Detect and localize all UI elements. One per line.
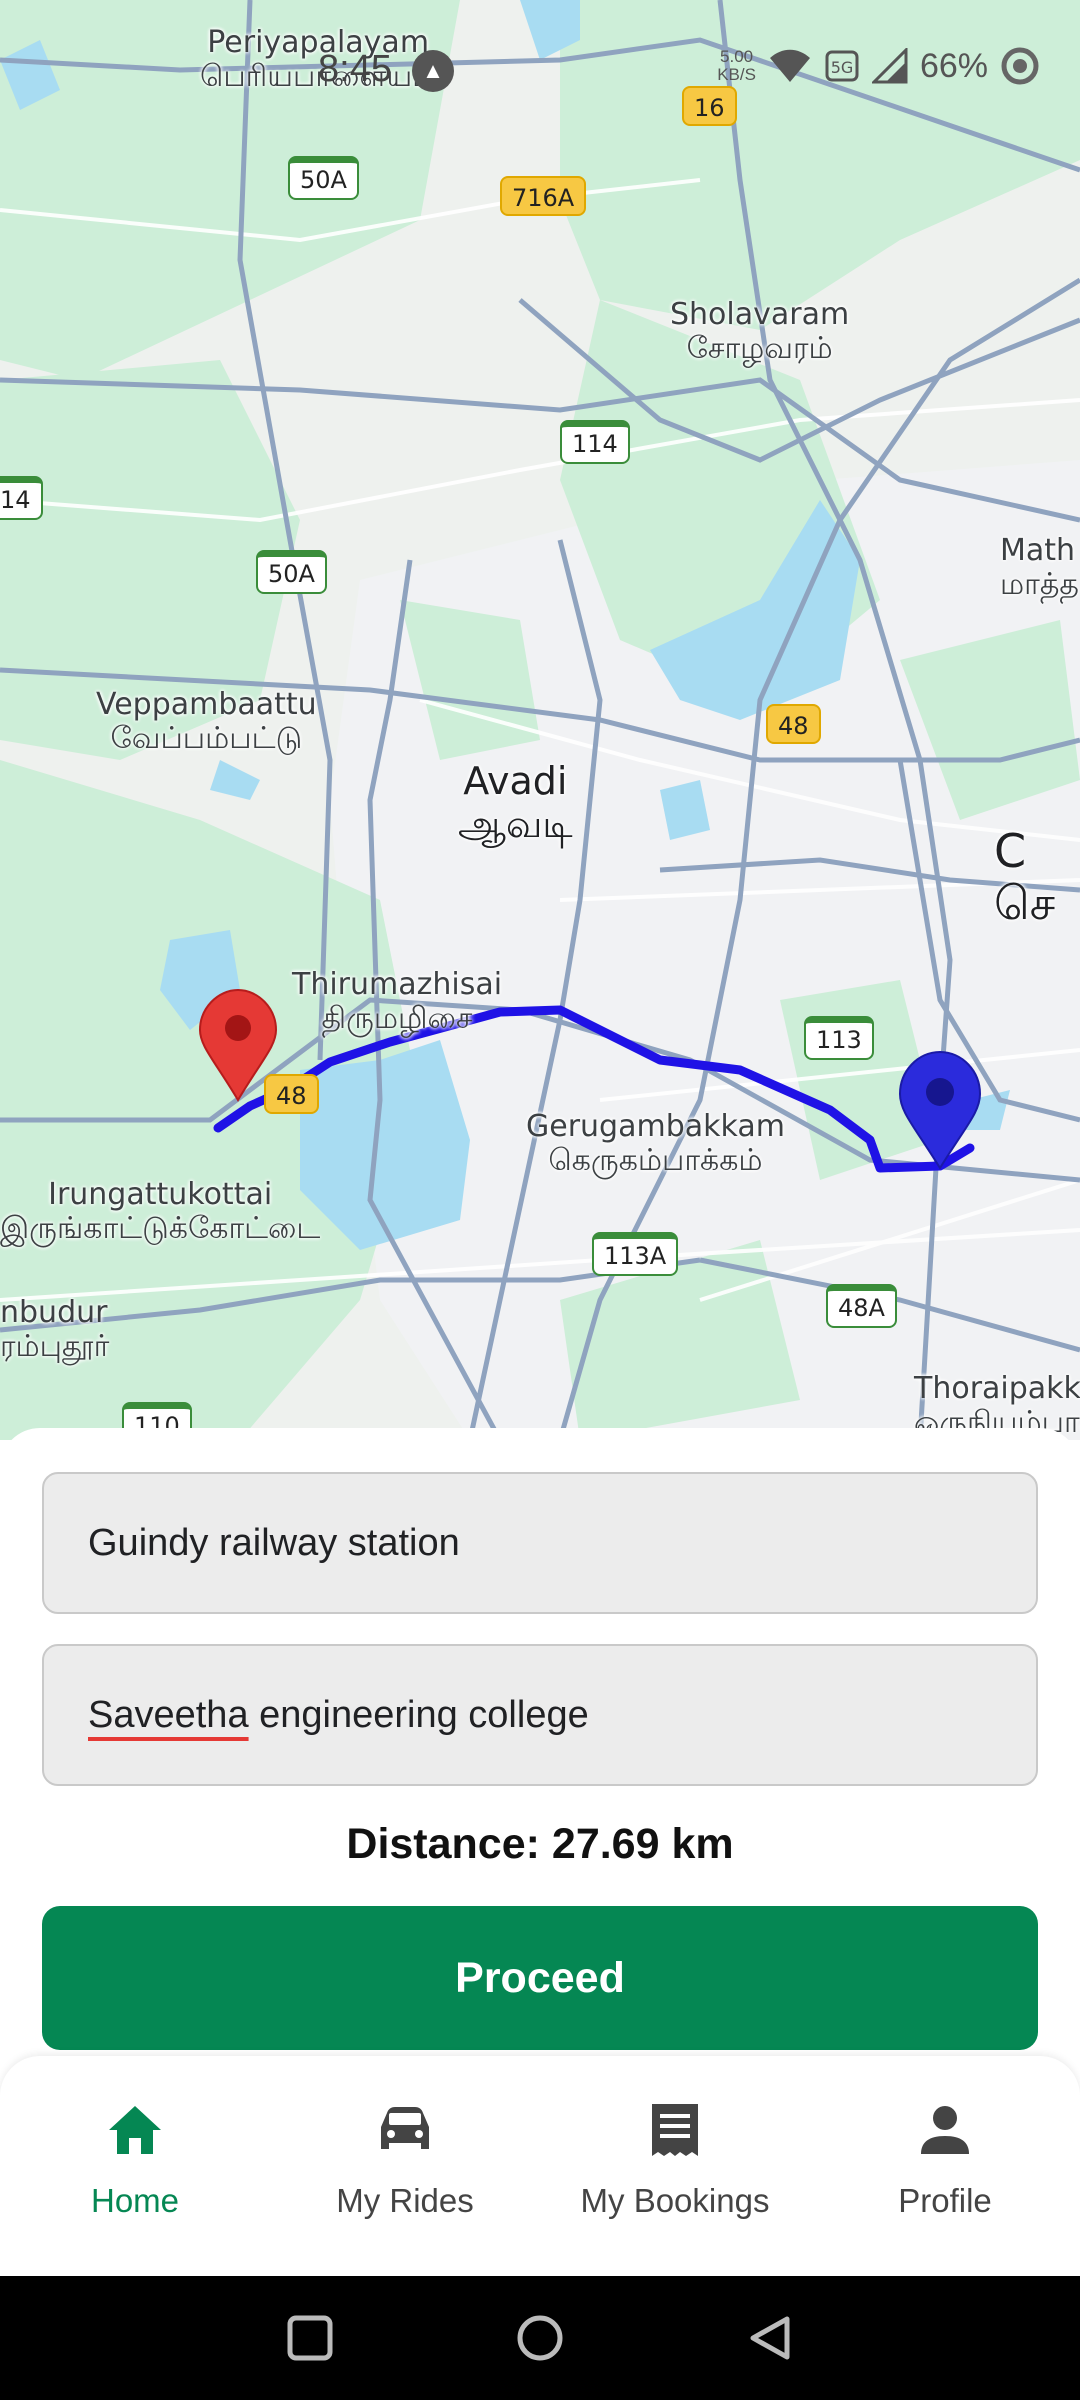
pickup-location-input[interactable]: Guindy railway station [42,1472,1038,1614]
place-label-avadi: Avadi ஆவடி [458,759,573,846]
back-button-icon[interactable] [745,2313,795,2363]
system-navigation-bar [0,2276,1080,2400]
signal-icon [871,48,908,84]
road-shield: 716A [500,176,587,216]
place-label-sholavaram: Sholavaram சோழவரம் [670,297,850,366]
nav-item-my-rides[interactable]: My Rides [270,2056,540,2276]
drop-location-value: engineering college [248,1693,589,1736]
wifi-icon [769,49,810,82]
place-label-madhavaram: Math மாத்த [1000,533,1079,602]
mobile-data-icon: 5G [825,50,859,82]
nav-item-my-bookings[interactable]: My Bookings [540,2056,810,2276]
car-icon [375,2100,435,2160]
battery-icon [1001,47,1039,85]
nav-label-profile: Profile [898,2182,992,2219]
road-shield: 113A [592,1232,679,1276]
proceed-button[interactable]: Proceed [42,1906,1038,2050]
place-label-thirumazhisai: Thirumazhisai திருமழிசை [292,967,503,1036]
battery-percent: 66% [919,46,988,85]
svg-text:5G: 5G [831,58,854,77]
bottom-nav: Home My Rides My Bookings Profile [0,2056,1080,2276]
road-shield: 48 [264,1074,319,1114]
road-shield: 50A [288,156,359,200]
network-speed: 5.00 KB/S [717,47,756,84]
road-shield: 50A [256,550,327,594]
map-view[interactable]: Periyapalayam பெரியபாளையம் Sholavaram சோழவ… [0,0,1080,1440]
road-shield: 48A [826,1284,897,1328]
place-label-irungattukottai: Irungattukottai இருங்காட்டுக்கோட்டை [0,1177,321,1246]
road-shield: 14 [0,476,43,520]
status-time: 8:45 [318,48,392,90]
nav-item-home[interactable]: Home [0,2056,270,2276]
road-shield: 114 [560,420,630,464]
distance-text: Distance: 27.69 km [346,1820,734,1868]
home-system-button-icon[interactable] [515,2313,565,2363]
nav-label-home: Home [90,2182,180,2219]
person-icon [915,2100,975,2160]
drop-location-input[interactable]: Saveetha engineering college [42,1644,1038,1786]
nav-item-profile[interactable]: Profile [810,2056,1080,2276]
nav-label-my-rides: My Rides [336,2182,474,2219]
app-screen: Periyapalayam பெரியபாளையம் Sholavaram சோழவ… [0,0,1080,2400]
home-icon [105,2100,165,2160]
status-bar: 8:45 ▲ 5.00 KB/S 5G 66% [0,0,1080,140]
status-icons: 5.00 KB/S 5G 66% [717,46,1040,86]
receipt-icon [645,2100,705,2160]
pickup-location-value: Guindy railway station [88,1521,460,1564]
nav-label-my-bookings: My Bookings [580,2182,770,2219]
recents-button-icon[interactable] [285,2313,335,2363]
road-shield: 48 [766,704,821,744]
place-label-gerugambakkam: Gerugambakkam கெருகம்பாக்கம் [526,1109,785,1178]
navigation-app-icon: ▲ [412,50,454,92]
place-label-veppambaattu: Veppambaattu வேப்பம்பட்டு [96,687,317,756]
road-shield: 113 [804,1016,874,1060]
place-label-sriperumbudur: nbudur ரம்புதூர் [0,1295,110,1364]
drop-location-misspelled-word: Saveetha [88,1693,249,1736]
place-label-chennai: C செ [994,824,1056,930]
